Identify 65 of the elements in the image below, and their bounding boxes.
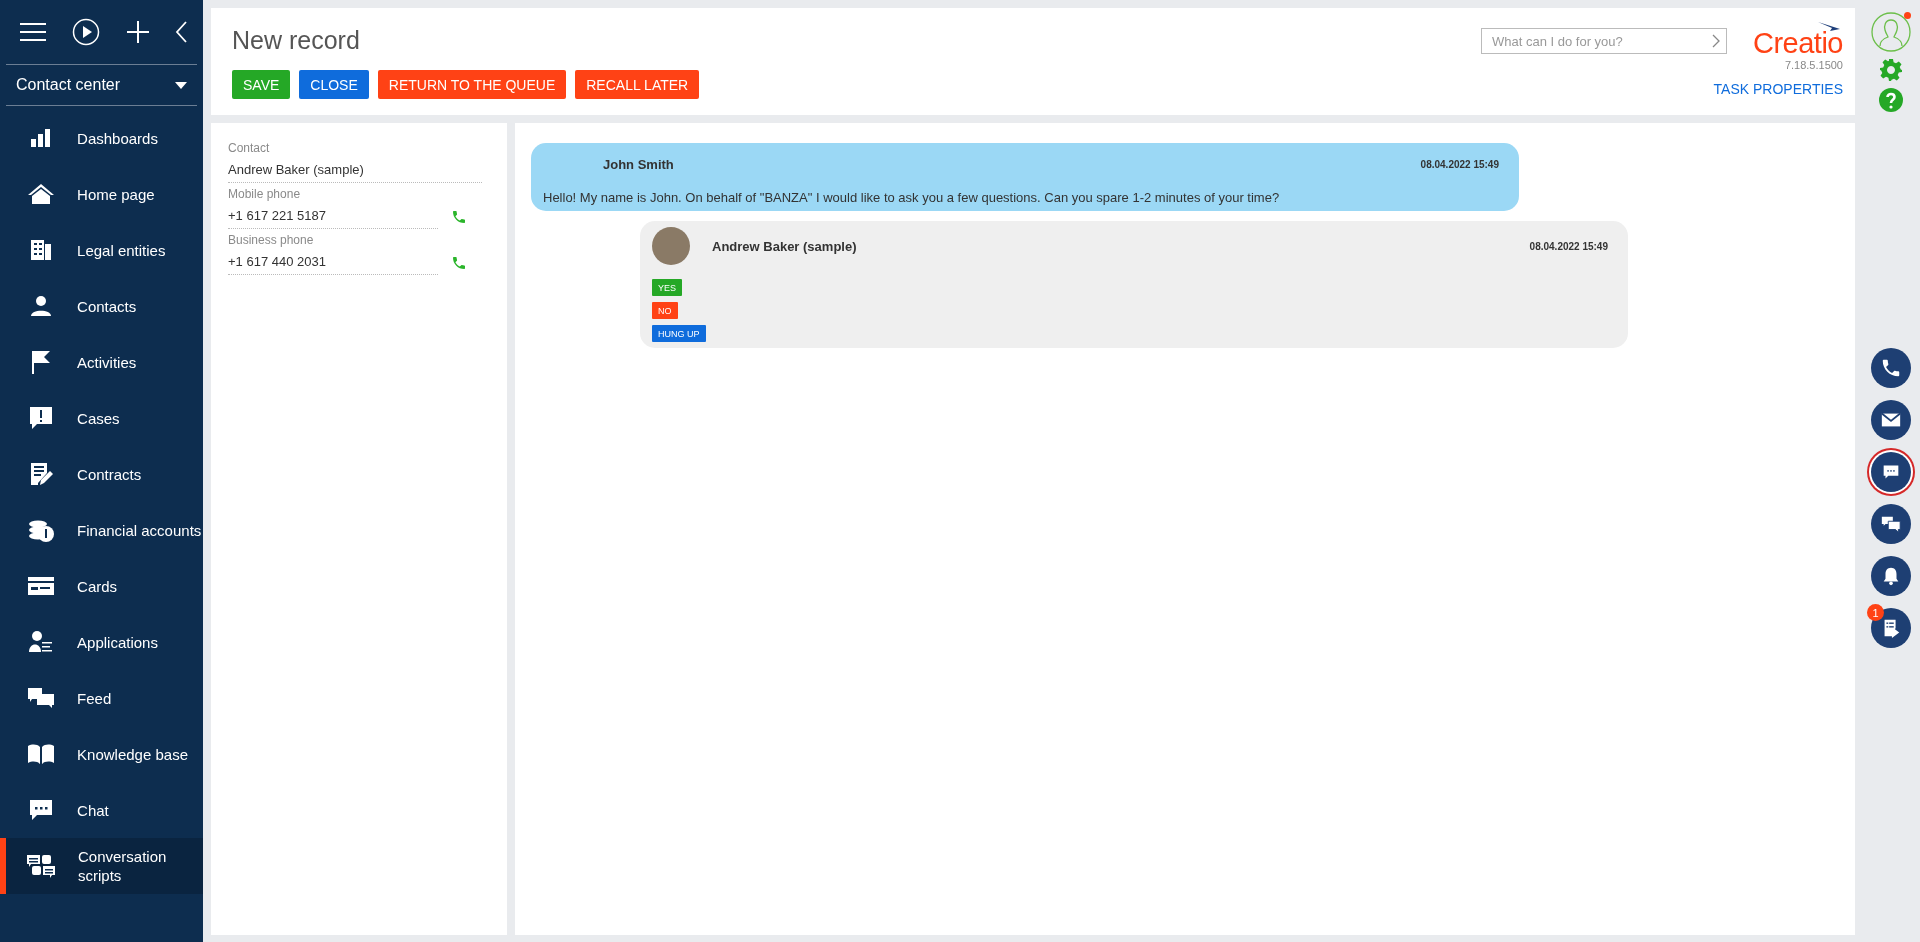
phone-icon [1880, 357, 1902, 379]
message-author: Andrew Baker (sample) [712, 238, 857, 254]
search-field[interactable]: What can I do for you? [1481, 28, 1727, 54]
sidebar-item[interactable]: Financial accounts [0, 502, 203, 558]
task-properties-link[interactable]: TASK PROPERTIES [1713, 81, 1843, 97]
section-icon [27, 798, 54, 822]
menu-icon[interactable] [20, 22, 46, 42]
field-value[interactable]: Andrew Baker (sample) [228, 158, 482, 183]
sidebar-item[interactable]: Legal entities [0, 222, 203, 278]
section-icon [28, 126, 53, 150]
page-title: New record [232, 25, 361, 56]
field-value[interactable]: +1 617 440 2031 [228, 250, 438, 275]
message-time: 08.04.2022 15:49 [1420, 159, 1499, 170]
communication-button[interactable] [1871, 400, 1911, 440]
sidebar-item[interactable]: Chat [0, 782, 203, 838]
collapse-icon[interactable] [175, 21, 187, 43]
help-icon[interactable] [1879, 88, 1903, 112]
message-text: Hello! My name is John. On behalf of "BANZA" I would like to ask you a few questions. Can you spare 1-2 minutes of your time? [543, 190, 1281, 205]
section-icon [28, 238, 53, 262]
plus-icon[interactable] [126, 21, 149, 43]
section-icon [26, 853, 56, 879]
communication-button[interactable] [1871, 556, 1911, 596]
section-icon [26, 630, 55, 654]
communication-button[interactable] [1871, 452, 1911, 492]
avatar-photo-placeholder [652, 227, 690, 265]
sidebar-item[interactable]: Feed [0, 670, 203, 726]
field-label: Mobile phone [228, 187, 302, 203]
count-badge: 1 [1867, 604, 1884, 621]
section-icon [26, 686, 55, 710]
settings-icon[interactable] [1879, 58, 1903, 82]
sidebar-item[interactable]: Conversation scripts [0, 838, 203, 894]
section-icon [27, 405, 54, 431]
sidebar-item[interactable]: Knowledge base [0, 726, 203, 782]
logo-swoosh-icon [1818, 22, 1840, 31]
section-icon [28, 294, 53, 318]
message-author: John Smith [603, 157, 674, 172]
toolbar-button[interactable]: CLOSE [299, 70, 369, 99]
answer-button[interactable]: HUNG UP [652, 325, 706, 342]
caret-icon [175, 81, 187, 89]
field-value[interactable]: +1 617 221 5187 [228, 204, 438, 229]
field-label: Business phone [228, 233, 315, 249]
user-avatar-icon[interactable] [1871, 12, 1911, 52]
communication-button[interactable] [1871, 504, 1911, 544]
phone-icon[interactable] [451, 208, 467, 225]
sidebar-item[interactable]: Cases [0, 390, 203, 446]
sidebar-item[interactable]: Applications [0, 614, 203, 670]
notification-dot-icon [1904, 12, 1911, 19]
sidebar-item[interactable]: Cards [0, 558, 203, 614]
section-icon [26, 743, 55, 765]
sidebar-item[interactable]: Contracts [0, 446, 203, 502]
communication-button[interactable] [1871, 348, 1911, 388]
sidebar-item[interactable]: Home page [0, 166, 203, 222]
chevron-icon [1712, 34, 1720, 48]
sidebar-item[interactable]: Dashboards [0, 110, 203, 166]
workplace-dropdown[interactable]: Contact center [6, 65, 197, 106]
logo: Creatio [1753, 28, 1843, 58]
version-label: 7.18.5.1500 [1784, 59, 1843, 71]
section-icon [26, 575, 55, 597]
play-icon[interactable] [72, 18, 101, 46]
sidebar-item[interactable]: Activities [0, 334, 203, 390]
sidebar-item[interactable]: Contacts [0, 278, 203, 334]
phone-icon[interactable] [451, 254, 467, 271]
message-time: 08.04.2022 15:49 [1529, 240, 1608, 252]
field-label: Contact [228, 141, 271, 157]
section-icon [26, 182, 55, 206]
